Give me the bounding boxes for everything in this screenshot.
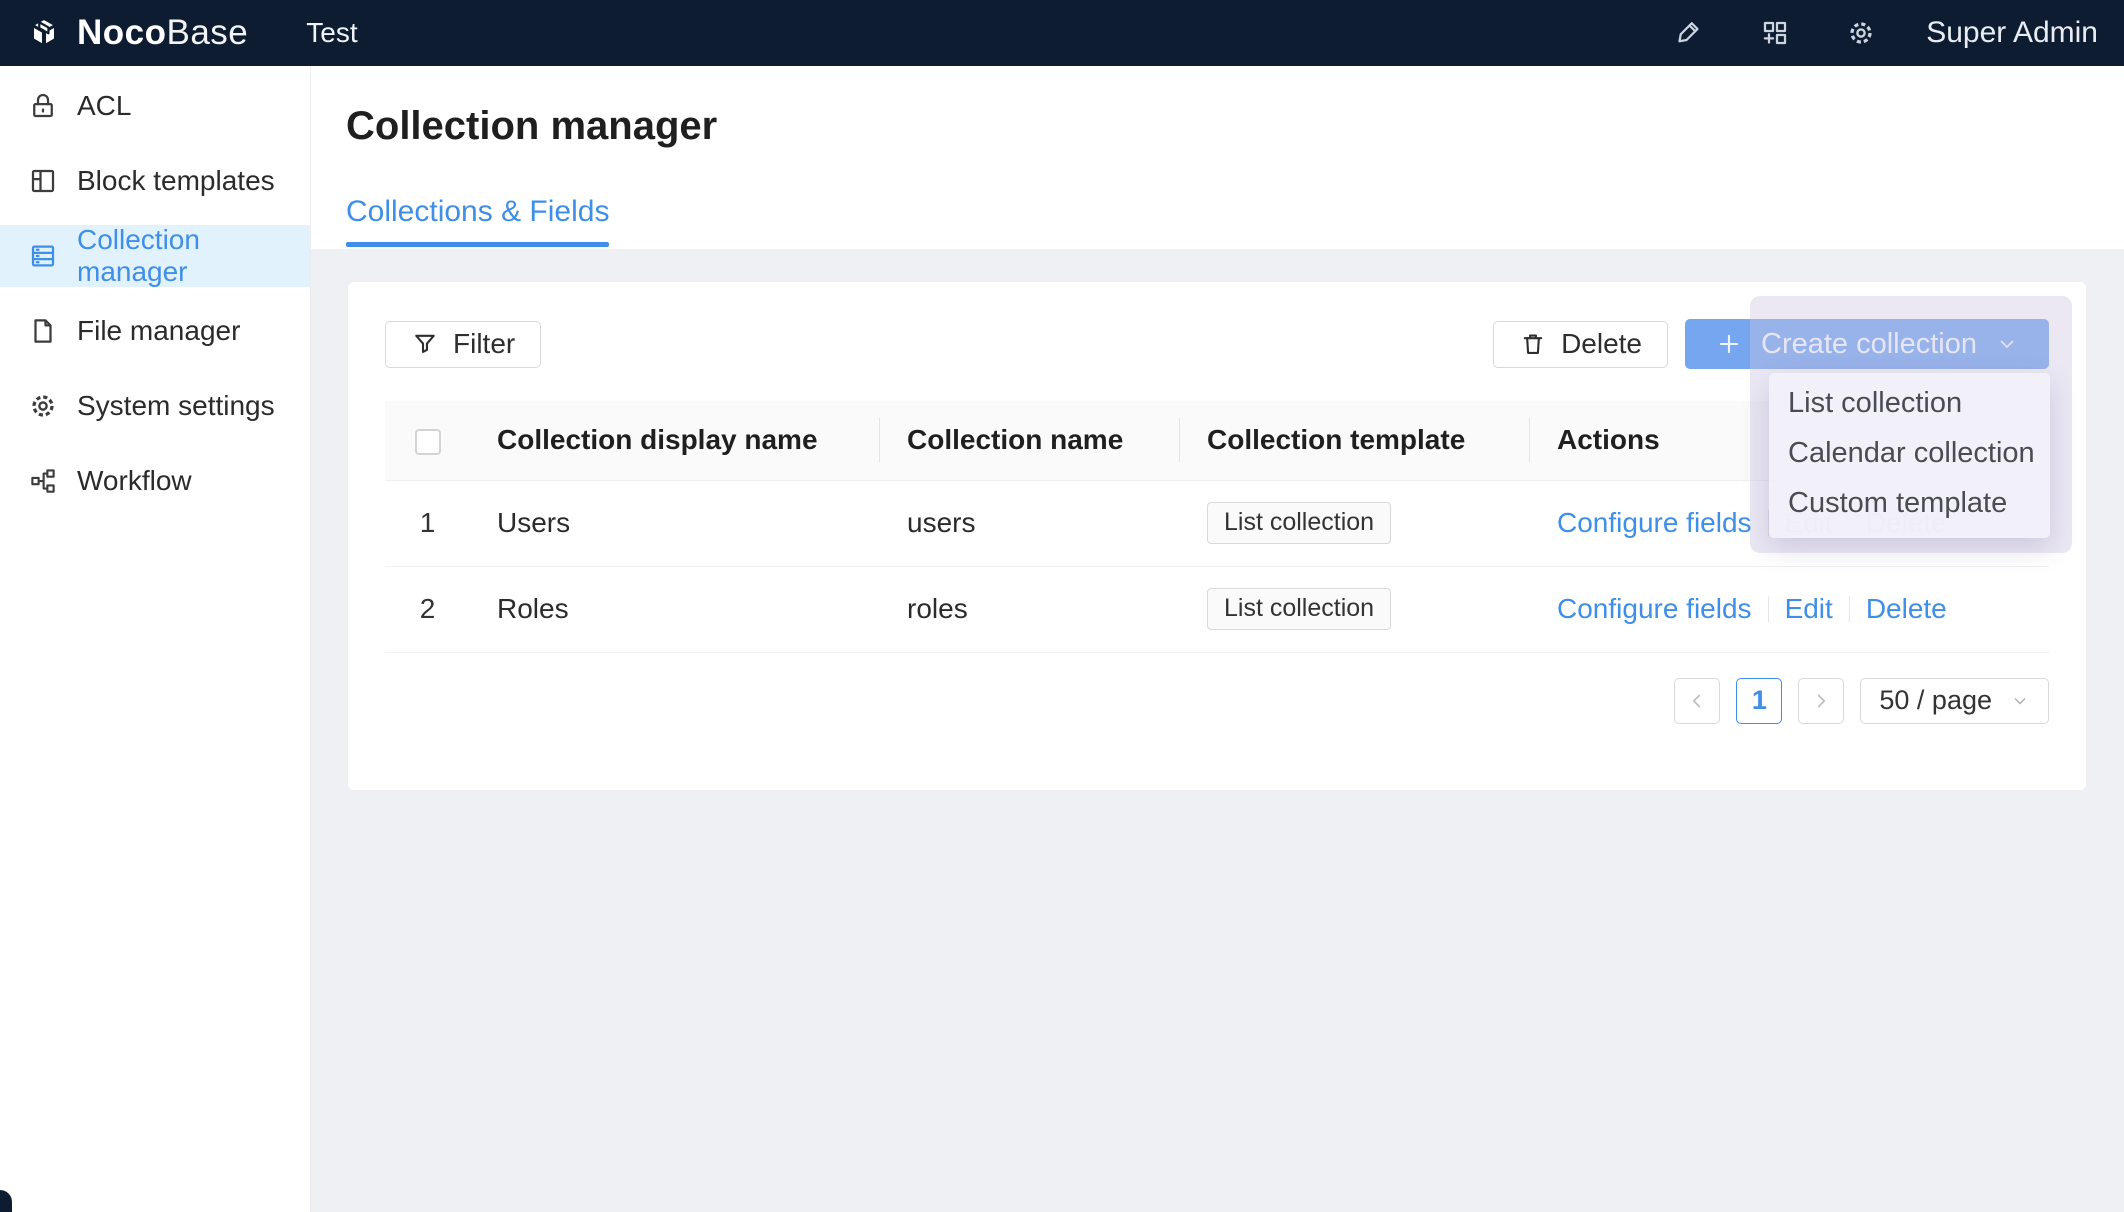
page-header: Collection manager Collections & Fields	[311, 66, 2124, 250]
template-tag: List collection	[1207, 502, 1391, 544]
dropdown-item-custom-template[interactable]: Custom template	[1769, 478, 2050, 528]
sidebar-item-label: ACL	[77, 90, 131, 122]
pagination-prev-button[interactable]	[1674, 678, 1720, 724]
gear-icon[interactable]	[1846, 18, 1876, 48]
layout-icon	[28, 166, 58, 196]
pagination: 1 50 / page	[385, 678, 2049, 724]
settings-sidebar: ACL Block templates Collection manager	[0, 66, 311, 1212]
dropdown-item-list-collection[interactable]: List collection	[1769, 378, 2050, 428]
top-navbar: NocoBase Test Super Admin	[0, 0, 2124, 66]
file-icon	[28, 316, 58, 346]
row-index: 2	[385, 566, 470, 652]
table-row: 2 Roles roles List collection Configure …	[385, 566, 2049, 652]
page-size-select[interactable]: 50 / page	[1860, 678, 2049, 724]
action-separator	[1768, 596, 1769, 622]
sidebar-item-acl[interactable]: ACL	[0, 75, 310, 137]
nav-actions: Super Admin	[1674, 16, 2124, 50]
sidebar-item-system-settings[interactable]: System settings	[0, 375, 310, 437]
user-menu[interactable]: Super Admin	[1926, 16, 2098, 50]
nocobase-cube-icon	[25, 14, 63, 52]
column-header-collection-name: Collection name	[880, 401, 1180, 480]
lock-icon	[28, 91, 58, 121]
chevron-left-icon	[1686, 690, 1708, 712]
configure-fields-link[interactable]: Configure fields	[1557, 507, 1752, 538]
create-collection-dropdown: List collection Calendar collection Cust…	[1769, 373, 2050, 538]
sidebar-item-block-templates[interactable]: Block templates	[0, 150, 310, 212]
cell-collection-name: roles	[880, 566, 1180, 652]
row-index: 1	[385, 480, 470, 566]
nocobase-logo[interactable]: NocoBase	[0, 13, 248, 53]
action-separator	[1849, 596, 1850, 622]
workspace-title[interactable]: Test	[306, 17, 357, 49]
cell-display-name: Users	[470, 480, 880, 566]
pagination-page-1[interactable]: 1	[1736, 678, 1782, 724]
sidebar-item-label: Collection manager	[77, 224, 310, 288]
configure-fields-link[interactable]: Configure fields	[1557, 593, 1752, 624]
trash-icon	[1519, 330, 1547, 358]
tab-label: Collections & Fields	[346, 194, 609, 230]
plugin-blocks-icon[interactable]	[1760, 18, 1790, 48]
chevron-down-icon	[2010, 691, 2030, 711]
delete-button[interactable]: Delete	[1493, 321, 1668, 368]
sidebar-item-workflow[interactable]: Workflow	[0, 450, 310, 512]
chevron-right-icon	[1810, 690, 1832, 712]
highlighter-icon[interactable]	[1674, 18, 1704, 48]
sidebar-item-label: System settings	[77, 390, 275, 422]
dropdown-item-calendar-collection[interactable]: Calendar collection	[1769, 428, 2050, 478]
sidebar-item-label: Block templates	[77, 165, 275, 197]
column-header-collection-template: Collection template	[1180, 401, 1530, 480]
gear-icon	[28, 391, 58, 421]
brand-wordmark: NocoBase	[77, 13, 248, 53]
plus-icon	[1715, 330, 1743, 358]
sidebar-item-label: Workflow	[77, 465, 192, 497]
column-header-display-name: Collection display name	[470, 401, 880, 480]
sidebar-item-file-manager[interactable]: File manager	[0, 300, 310, 362]
filter-button[interactable]: Filter	[385, 321, 541, 368]
delete-link[interactable]: Delete	[1866, 593, 1947, 624]
workflow-icon	[28, 466, 58, 496]
tab-active-underline	[346, 242, 609, 247]
page-title: Collection manager	[346, 104, 717, 149]
sidebar-item-label: File manager	[77, 315, 240, 347]
cell-collection-name: users	[880, 480, 1180, 566]
tab-collections-and-fields[interactable]: Collections & Fields	[346, 194, 609, 247]
edit-link[interactable]: Edit	[1785, 593, 1833, 624]
pagination-next-button[interactable]	[1798, 678, 1844, 724]
database-icon	[28, 241, 58, 271]
sidebar-item-collection-manager[interactable]: Collection manager	[0, 225, 310, 287]
cell-display-name: Roles	[470, 566, 880, 652]
template-tag: List collection	[1207, 588, 1391, 630]
select-all-checkbox[interactable]	[415, 429, 441, 455]
filter-funnel-icon	[411, 330, 439, 358]
